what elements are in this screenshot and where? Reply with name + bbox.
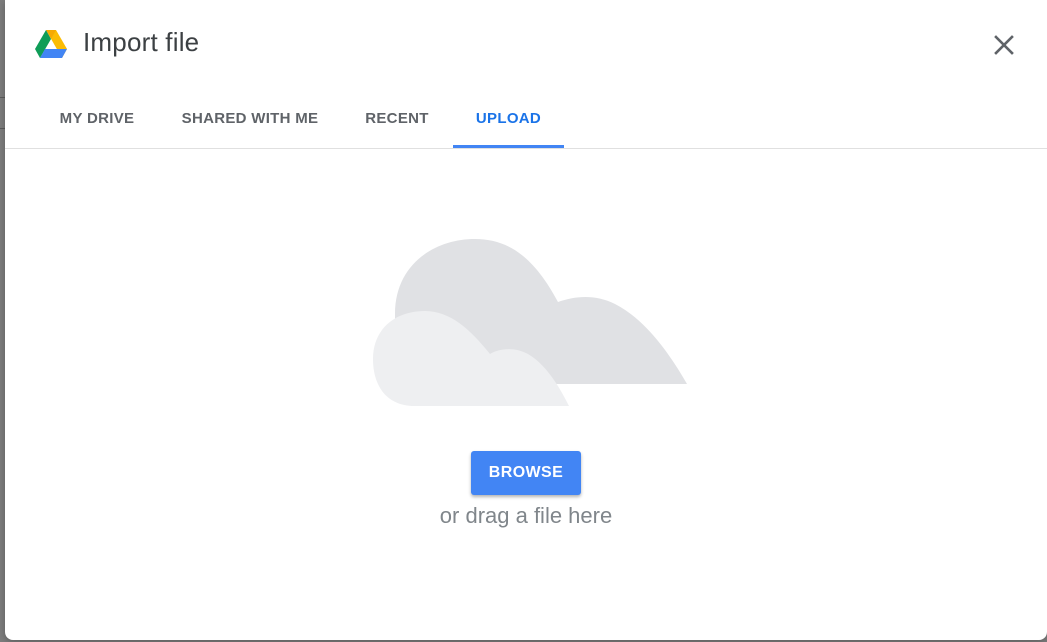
dialog-title: Import file xyxy=(83,27,200,57)
tab-shared-with-me[interactable]: SHARED WITH ME xyxy=(170,92,330,148)
dialog-header: Import file xyxy=(5,0,1047,90)
google-drive-icon xyxy=(35,30,67,58)
import-file-dialog: Import file MY DRIVE SHARED WITH ME RECE… xyxy=(5,0,1047,640)
drag-hint: or drag a file here xyxy=(439,503,613,528)
tab-my-drive[interactable]: MY DRIVE xyxy=(47,92,147,148)
tab-upload[interactable]: UPLOAD xyxy=(453,92,564,148)
tab-bar: MY DRIVE SHARED WITH ME RECENT UPLOAD xyxy=(5,92,1047,149)
upload-panel[interactable]: BROWSE or drag a file here xyxy=(5,149,1047,640)
browse-button[interactable]: BROWSE xyxy=(471,451,581,495)
close-icon[interactable] xyxy=(989,30,1019,60)
cloud-illustration-icon xyxy=(365,234,695,414)
tab-recent[interactable]: RECENT xyxy=(353,92,441,148)
